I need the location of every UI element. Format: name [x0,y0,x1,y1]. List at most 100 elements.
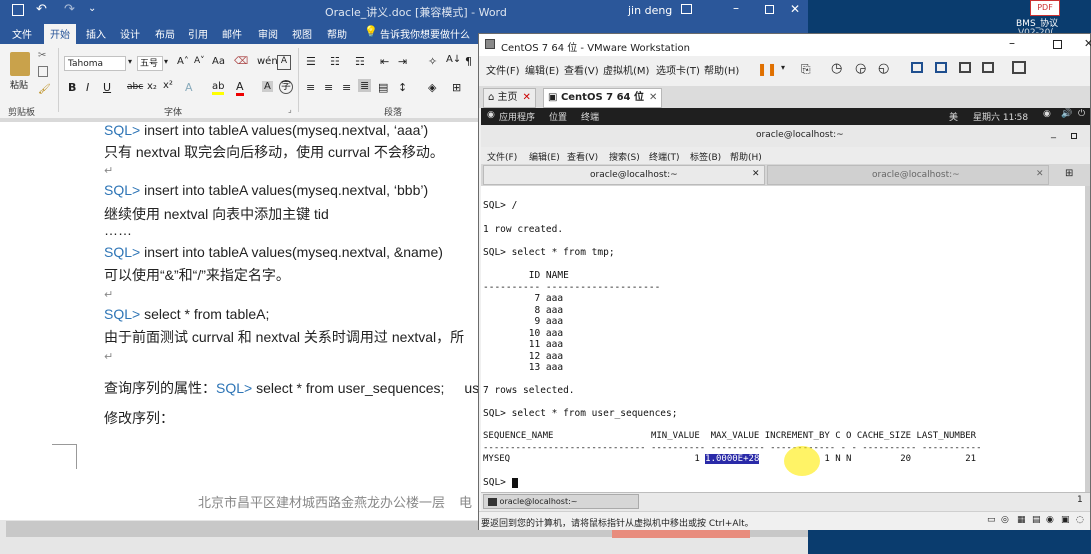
places-menu[interactable]: 位置 [549,110,567,123]
strikethrough-icon[interactable]: abc [127,82,143,92]
minimize-icon[interactable]: – [1009,36,1015,50]
char-border-icon[interactable]: A [277,55,291,70]
tab-design[interactable]: 设计 [120,26,140,41]
maximize-icon[interactable] [1053,40,1062,49]
menu-edit[interactable]: 编辑(E) [525,62,559,77]
align-center-icon[interactable]: ≡ [324,81,333,94]
italic-icon[interactable]: I [86,81,89,94]
bullets-icon[interactable]: ☰ [306,55,316,68]
tab-view[interactable]: 视图 [292,26,312,41]
library-icon[interactable] [911,62,923,73]
dialog-launcher-icon[interactable]: ⌟ [288,105,292,114]
clear-format-icon[interactable]: ⌫ [234,56,248,67]
phonetic-icon[interactable]: wén [257,56,278,67]
tab-layout[interactable]: 布局 [155,26,175,41]
highlight-icon[interactable]: ab [212,81,225,95]
power-icon[interactable]: ⏻ [1078,109,1085,119]
subscript-icon[interactable]: x₂ [147,81,157,92]
sort-icon[interactable]: A↓ [446,54,461,65]
paste-label[interactable]: 粘贴 [10,78,28,91]
thumbnail-icon[interactable] [935,62,947,73]
menu-help[interactable]: 帮助(H) [704,62,739,77]
ribbon-display-icon[interactable] [681,4,692,14]
chevron-down-icon[interactable]: ▾ [781,63,785,72]
save-icon[interactable] [12,4,24,16]
pdf-file-icon[interactable]: PDF [1030,0,1060,16]
close-icon[interactable]: ✕ [523,92,531,103]
tab-home[interactable]: ⌂ 主页 ✕ [483,88,536,108]
unity-icon[interactable] [982,62,994,73]
tab-help[interactable]: 帮助 [327,26,347,41]
justify-icon[interactable]: ≣ [358,79,372,92]
align-right-icon[interactable]: ≡ [342,81,351,94]
undo-icon[interactable]: ↶ [36,2,47,17]
accessibility-icon[interactable]: ◉ [1043,109,1051,119]
numbering-icon[interactable]: ☷ [330,55,340,68]
char-shading-icon[interactable]: A [262,81,273,92]
close-icon[interactable]: ✕ [790,2,800,16]
terminal-tab-active[interactable]: oracle@localhost:~ ✕ [483,165,765,185]
clock[interactable]: 星期六 11∶58 [973,110,1028,123]
console-view-icon[interactable] [1012,61,1026,74]
pause-icon[interactable]: ❚❚ [757,62,777,76]
multilevel-list-icon[interactable]: ☶ [355,55,365,68]
paste-icon[interactable] [10,52,30,76]
term-menu-tabs[interactable]: 标签(B) [690,150,721,163]
menu-tabs[interactable]: 选项卡(T) [656,62,700,77]
font-size-select[interactable]: 五号 [137,56,163,71]
selected-max-value[interactable]: 1.0000E+28 [704,453,761,465]
decrease-indent-icon[interactable]: ⇤ [380,55,389,68]
fullscreen-icon[interactable] [959,62,971,73]
tab-file[interactable]: 文件 [12,26,32,41]
term-menu-help[interactable]: 帮助(H) [730,150,762,163]
term-menu-search[interactable]: 搜索(S) [609,150,640,163]
menu-file[interactable]: 文件(F) [486,62,520,77]
minimize-icon[interactable]: _ [1051,128,1056,139]
tab-review[interactable]: 审阅 [258,26,278,41]
revert-snapshot-icon[interactable]: ◶ [855,61,866,76]
applications-menu[interactable]: 应用程序 [499,110,535,123]
shrink-font-icon[interactable]: A˅ [194,56,205,66]
cut-icon[interactable]: ✂ [38,50,46,61]
menu-view[interactable]: 查看(V) [564,62,599,77]
term-menu-edit[interactable]: 编辑(E) [529,150,560,163]
terminal-prompt[interactable]: SQL> [483,477,518,488]
close-icon[interactable]: ✕ [1084,37,1091,50]
taskbar-terminal-item[interactable]: oracle@localhost:~ [483,494,639,509]
enclose-char-icon[interactable]: 字 [279,80,293,94]
redo-icon[interactable]: ↷ [64,2,75,17]
tab-insert[interactable]: 插入 [86,26,106,41]
minimize-icon[interactable]: – [733,1,739,15]
tab-mailings[interactable]: 邮件 [222,26,242,41]
terminal-tab-inactive[interactable]: oracle@localhost:~ ✕ [767,165,1049,185]
font-color-icon[interactable]: A [236,80,244,96]
terminal-scrollbar[interactable] [1085,186,1090,492]
send-keys-icon[interactable]: ⎘ [801,62,811,77]
grow-font-icon[interactable]: A˄ [177,56,189,67]
term-menu-file[interactable]: 文件(F) [487,150,517,163]
chevron-down-icon[interactable]: ▾ [128,57,132,66]
tab-centos[interactable]: ▣ CentOS 7 64 位 ✕ [543,88,663,108]
maximize-icon[interactable] [1071,133,1077,139]
terminal-menu[interactable]: 终端 [581,110,599,123]
font-name-select[interactable]: Tahoma [64,56,126,71]
tab-home[interactable]: 开始 [44,24,76,44]
term-menu-view[interactable]: 查看(V) [567,150,598,163]
show-marks-icon[interactable]: ¶ [465,55,472,68]
term-menu-terminal[interactable]: 终端(T) [649,150,680,163]
change-case-icon[interactable]: Aa [212,56,225,67]
new-tab-icon[interactable]: ⊞ [1065,168,1073,179]
borders-icon[interactable]: ⊞ [452,81,461,94]
snapshot-icon[interactable]: ◷ [831,61,842,76]
close-icon[interactable]: ✕ [649,92,657,103]
snapshot-manager-icon[interactable]: ◵ [878,61,889,76]
chinese-layout-icon[interactable]: ✧ [428,55,437,68]
superscript-icon[interactable]: x² [163,80,173,91]
copy-icon[interactable] [38,66,48,77]
menu-vm[interactable]: 虚拟机(M) [603,62,649,77]
distributed-icon[interactable]: ▤ [378,81,388,94]
line-spacing-icon[interactable]: ↕ [398,81,407,94]
increase-indent-icon[interactable]: ⇥ [398,55,407,68]
shading-icon[interactable]: ◈ [428,81,436,94]
underline-icon[interactable]: U [103,81,111,94]
